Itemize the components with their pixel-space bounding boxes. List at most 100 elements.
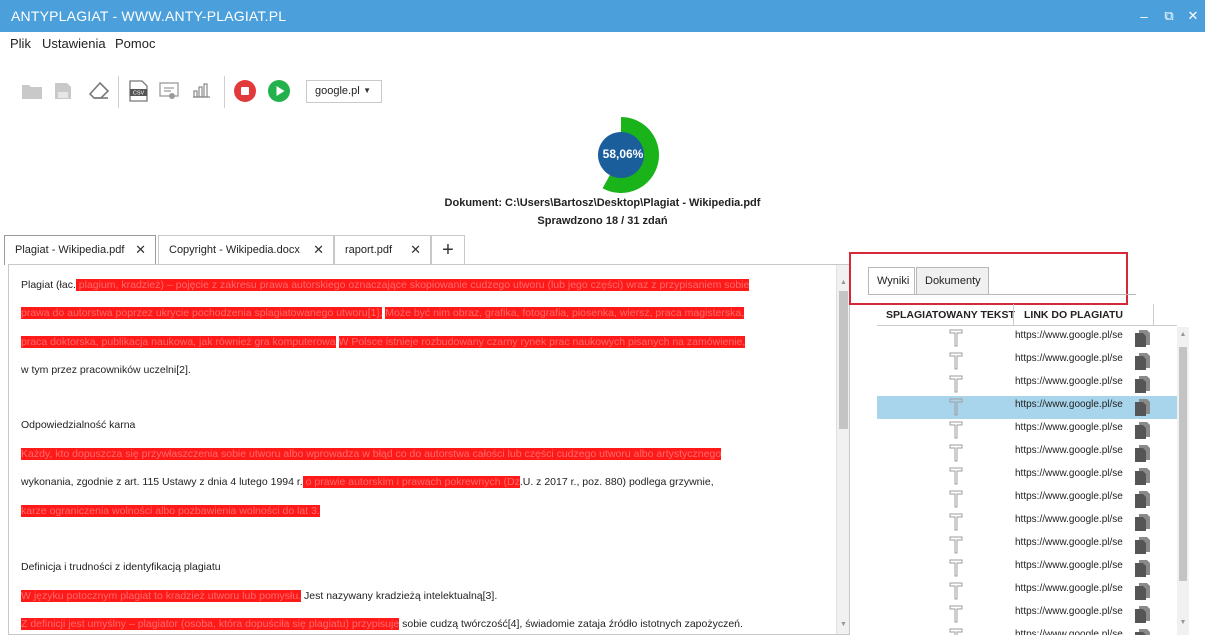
eraser-icon[interactable] [86, 78, 112, 104]
search-engine-select[interactable]: google.pl ▼ [306, 80, 382, 103]
menu-ustawienia[interactable]: Ustawienia [42, 36, 106, 51]
document-scrollbar[interactable]: ▲ ▼ [836, 265, 849, 634]
document-path: Dokument: C:\Users\Bartosz\Desktop\Plagi… [444, 197, 761, 209]
documents-icon[interactable] [1133, 352, 1153, 371]
close-tab-icon[interactable]: ✕ [135, 242, 146, 258]
minimize-button[interactable]: – [1133, 6, 1155, 26]
stop-icon[interactable] [232, 78, 258, 104]
table-row[interactable]: https://www.google.pl/search [877, 442, 1177, 465]
documents-icon[interactable] [1133, 628, 1153, 635]
documents-icon[interactable] [1133, 444, 1153, 463]
toolbar: CSV google.pl ▼ [0, 74, 420, 110]
documents-icon[interactable] [1133, 536, 1153, 555]
menu-plik[interactable]: Plik [10, 36, 31, 51]
documents-icon[interactable] [1133, 582, 1153, 601]
plagiarism-link[interactable]: https://www.google.pl/search [1015, 468, 1123, 479]
column-header-link[interactable]: LINK DO PLAGIATU [1024, 309, 1123, 321]
close-button[interactable]: ✕ [1182, 6, 1204, 26]
chart-icon[interactable] [188, 78, 214, 104]
document-line: prawa do autorstwa poprzez ukrycie pocho… [21, 307, 745, 319]
results-scrollbar[interactable]: ▲ ▼ [1177, 327, 1189, 635]
documents-icon[interactable] [1133, 375, 1153, 394]
document-line: wykonania, zgodnie z art. 115 Ustawy z d… [21, 476, 714, 488]
text-fragment: .U. z 2017 r., poz. 880) podlega grzywni… [519, 476, 714, 488]
table-row[interactable]: https://www.google.pl/search [877, 396, 1177, 419]
plagiarism-link[interactable]: https://www.google.pl/search [1015, 514, 1123, 525]
plagiarized-fragment: Z definicji jest umyślny – plagiator (os… [21, 618, 400, 630]
preview-icon[interactable] [156, 78, 182, 104]
table-row[interactable]: https://www.google.pl/search [877, 327, 1177, 350]
table-row[interactable]: https://www.google.pl/search [877, 580, 1177, 603]
table-row[interactable]: https://www.google.pl/search [877, 534, 1177, 557]
text-fragment: wykonania, zgodnie z art. 115 Ustawy z d… [21, 476, 303, 488]
plagiarism-link[interactable]: https://www.google.pl/search [1015, 376, 1123, 387]
plagiarism-link[interactable]: https://www.google.pl/search [1015, 422, 1123, 433]
restore-button[interactable]: ⧉ [1158, 6, 1180, 26]
scroll-up-icon[interactable]: ▲ [1178, 331, 1188, 338]
table-row[interactable]: https://www.google.pl/search [877, 373, 1177, 396]
plagiarism-link[interactable]: https://www.google.pl/search [1015, 629, 1123, 635]
save-icon[interactable] [50, 78, 76, 104]
documents-icon[interactable] [1133, 513, 1153, 532]
document-line: Odpowiedzialność karna [21, 419, 135, 431]
plagiarism-link[interactable]: https://www.google.pl/search [1015, 491, 1123, 502]
plagiarism-link[interactable]: https://www.google.pl/search [1015, 606, 1123, 617]
plagiarized-fragment: W Polsce istnieje rozbudowany czarny ryn… [338, 336, 746, 348]
scroll-thumb[interactable] [1179, 347, 1187, 581]
add-tab-button[interactable]: + [431, 235, 465, 264]
table-row[interactable]: https://www.google.pl/search [877, 603, 1177, 626]
plagiarism-percent: 58,06% [602, 147, 644, 161]
documents-icon[interactable] [1133, 605, 1153, 624]
plagiarism-link[interactable]: https://www.google.pl/search [1015, 330, 1123, 341]
documents-icon[interactable] [1133, 329, 1153, 348]
scroll-down-icon[interactable]: ▼ [1178, 619, 1188, 626]
documents-icon[interactable] [1133, 398, 1153, 417]
plagiarism-link[interactable]: https://www.google.pl/search [1015, 353, 1123, 364]
play-icon[interactable] [266, 78, 292, 104]
scroll-down-icon[interactable]: ▼ [839, 621, 848, 628]
documents-icon[interactable] [1133, 559, 1153, 578]
table-row[interactable]: https://www.google.pl/search [877, 350, 1177, 373]
document-line: Każdy, kto dopuszcza się przywłaszczenia… [21, 448, 722, 460]
table-row[interactable]: https://www.google.pl/search [877, 465, 1177, 488]
plagiarized-fragment: praca doktorska, publikacja naukowa, jak… [21, 336, 336, 348]
close-tab-icon[interactable]: ✕ [313, 242, 324, 258]
window-title: ANTYPLAGIAT - WWW.ANTY-PLAGIAT.PL [11, 8, 287, 24]
toolbar-separator [118, 76, 119, 108]
documents-icon[interactable] [1133, 467, 1153, 486]
plagiarism-link[interactable]: https://www.google.pl/search [1015, 537, 1123, 548]
scroll-thumb[interactable] [839, 291, 848, 429]
tab-wyniki[interactable]: Wyniki [868, 267, 915, 295]
tab-plagiat-wikipedia[interactable]: Plagiat - Wikipedia.pdf ✕ [4, 235, 156, 265]
text-icon [949, 513, 963, 531]
text-fragment: Odpowiedzialność karna [21, 419, 136, 431]
column-divider [1153, 304, 1154, 326]
tab-copyright-wikipedia[interactable]: Copyright - Wikipedia.docx ✕ [158, 235, 334, 264]
app-window: ANTYPLAGIAT - WWW.ANTY-PLAGIAT.PL – ⧉ ✕ … [0, 0, 1205, 635]
documents-icon[interactable] [1133, 490, 1153, 509]
tab-label: raport.pdf [345, 244, 393, 256]
text-icon [949, 398, 963, 416]
menu-pomoc[interactable]: Pomoc [115, 36, 155, 51]
plagiarism-link[interactable]: https://www.google.pl/search [1015, 445, 1123, 456]
documents-icon[interactable] [1133, 421, 1153, 440]
table-row[interactable]: https://www.google.pl/search [877, 557, 1177, 580]
table-row[interactable]: https://www.google.pl/search [877, 626, 1177, 635]
column-header-splagiatowany-tekst[interactable]: SPLAGIATOWANY TEKST [886, 309, 1015, 321]
plagiarism-link[interactable]: https://www.google.pl/search [1015, 399, 1123, 410]
table-row[interactable]: https://www.google.pl/search [877, 488, 1177, 511]
scroll-up-icon[interactable]: ▲ [839, 279, 848, 286]
plagiarized-fragment: Może być nim obraz, grafika, fotografia,… [385, 307, 745, 319]
tab-dokumenty[interactable]: Dokumenty [916, 267, 989, 294]
csv-export-icon[interactable]: CSV [125, 78, 151, 104]
tab-raport[interactable]: raport.pdf ✕ [334, 235, 431, 264]
plagiarism-link[interactable]: https://www.google.pl/search [1015, 583, 1123, 594]
table-row[interactable]: https://www.google.pl/search [877, 419, 1177, 442]
text-fragment: w tym przez pracowników uczelni[2]. [21, 364, 191, 376]
plagiarism-link[interactable]: https://www.google.pl/search [1015, 560, 1123, 571]
text-fragment: Plagiat (łac. [21, 279, 76, 291]
open-folder-icon[interactable] [19, 78, 45, 104]
close-tab-icon[interactable]: ✕ [410, 242, 421, 258]
text-icon [949, 628, 963, 635]
table-row[interactable]: https://www.google.pl/search [877, 511, 1177, 534]
